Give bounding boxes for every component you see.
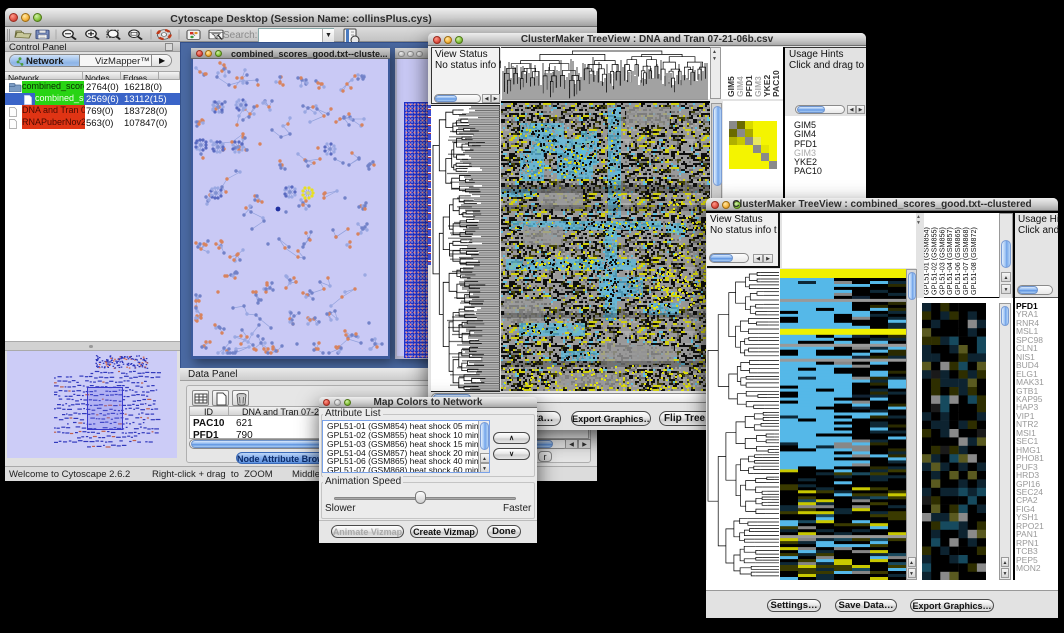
svg-text:PAC10: PAC10: [771, 70, 781, 97]
svg-text:GPL51-08 (GSM872): GPL51-08 (GSM872): [969, 227, 978, 295]
